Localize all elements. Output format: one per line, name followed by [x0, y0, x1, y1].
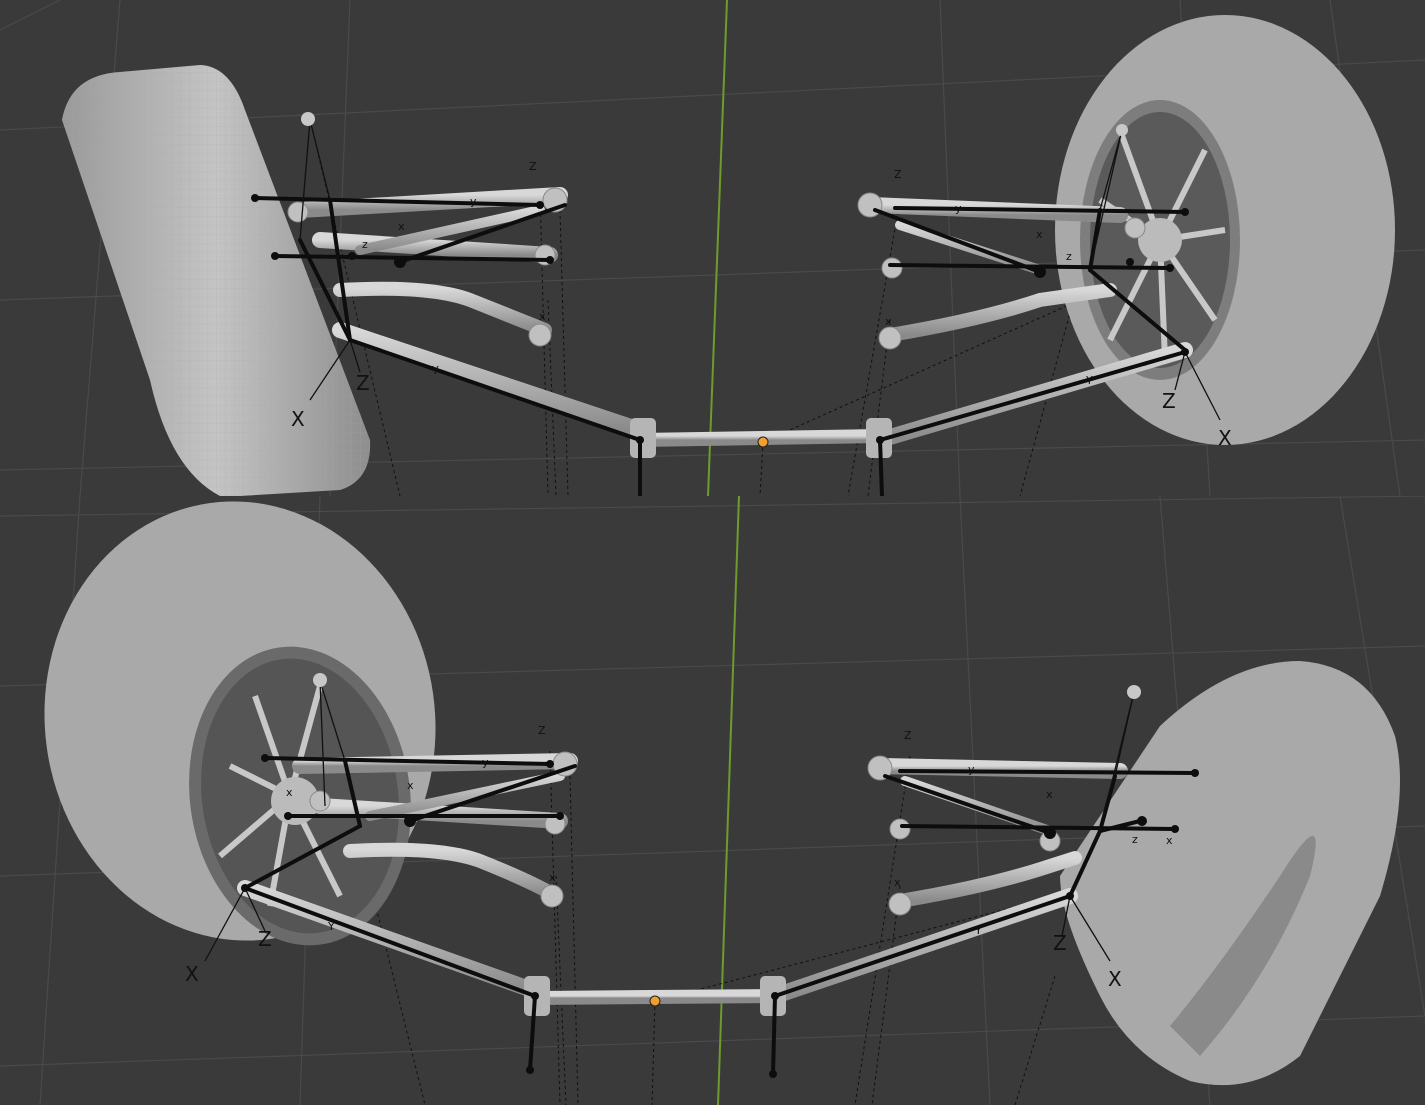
left-tire-bottom[interactable] [16, 496, 463, 966]
axis-label-y-small: y [470, 195, 477, 208]
empty-target-right[interactable] [1116, 124, 1128, 136]
axis-label-x-small-4: x [539, 310, 546, 323]
axis-label-x-small: x [398, 220, 405, 233]
axis-label-y-bottom: Y [327, 920, 335, 933]
axis-label-x-small-6-bottom: x [286, 786, 293, 799]
axis-label-x-right: X [1218, 426, 1232, 450]
y-axis-line-bottom [717, 496, 740, 1105]
axis-label-z-right-bottom: Z [1053, 931, 1067, 955]
axis-label-x: X [291, 407, 305, 431]
axis-label-z-small-right-2: z [1066, 250, 1072, 263]
axis-label-z-small-right: Z [894, 168, 902, 181]
axis-label-y-small-bottom: y [482, 756, 489, 769]
object-origin-bottom[interactable] [649, 995, 661, 1007]
axis-label-x-small-5-bottom: x [549, 871, 556, 884]
right-tire-bottom[interactable] [1060, 661, 1400, 1086]
empty-target-right-bottom[interactable] [1127, 685, 1141, 699]
axis-label-z-small: Z [529, 160, 537, 173]
axis-label-y: Y [431, 364, 439, 377]
axis-label-y-small-right-bottom: y [968, 763, 975, 776]
axis-label-x-small-4-bottom: x [894, 876, 901, 889]
axis-label-x-small-3: x [885, 315, 892, 328]
left-tire[interactable] [62, 65, 371, 496]
object-origin[interactable] [757, 436, 769, 448]
axis-label-z-small-2-bottom: z [1132, 833, 1138, 846]
axis-label-z-small-bottom: Z [538, 724, 546, 737]
axis-label-y-right: Y [1085, 374, 1093, 387]
viewport-top[interactable]: X Z X Z Y Y Z Z x x y y z z x x [0, 0, 1425, 496]
axis-label-y-right-bottom: Y [974, 924, 982, 937]
axis-label-z-bottom: Z [258, 927, 272, 951]
axis-label-x-small-bottom: x [407, 779, 414, 792]
axis-label-x-right-bottom: X [1108, 967, 1122, 991]
viewport-bottom-canvas[interactable]: X Z X Z Y Y Z Z x x y y z x x x x [0, 496, 1425, 1105]
axis-label-y-small-right: y [955, 202, 962, 215]
axis-label-z-small-2: z [362, 238, 368, 251]
y-axis-line [707, 0, 728, 496]
axis-label-z-right: Z [1162, 389, 1176, 413]
axis-label-x-small-right-bottom: x [1046, 788, 1053, 801]
empty-target-left[interactable] [301, 112, 315, 126]
axis-label-x-small-3-bottom: x [1166, 834, 1173, 847]
axis-label-z-small-right-bottom: Z [904, 729, 912, 742]
axis-label-x-small-right: x [1036, 228, 1043, 241]
empty-target-left-bottom[interactable] [313, 673, 327, 687]
bone-joints[interactable] [251, 194, 1189, 444]
viewport-bottom[interactable]: X Z X Z Y Y Z Z x x y y z x x x x [0, 496, 1425, 1105]
viewport-top-canvas[interactable]: X Z X Z Y Y Z Z x x y y z z x x [0, 0, 1425, 496]
axis-label-x-bottom: X [185, 962, 199, 986]
axis-label-z: Z [356, 371, 370, 395]
